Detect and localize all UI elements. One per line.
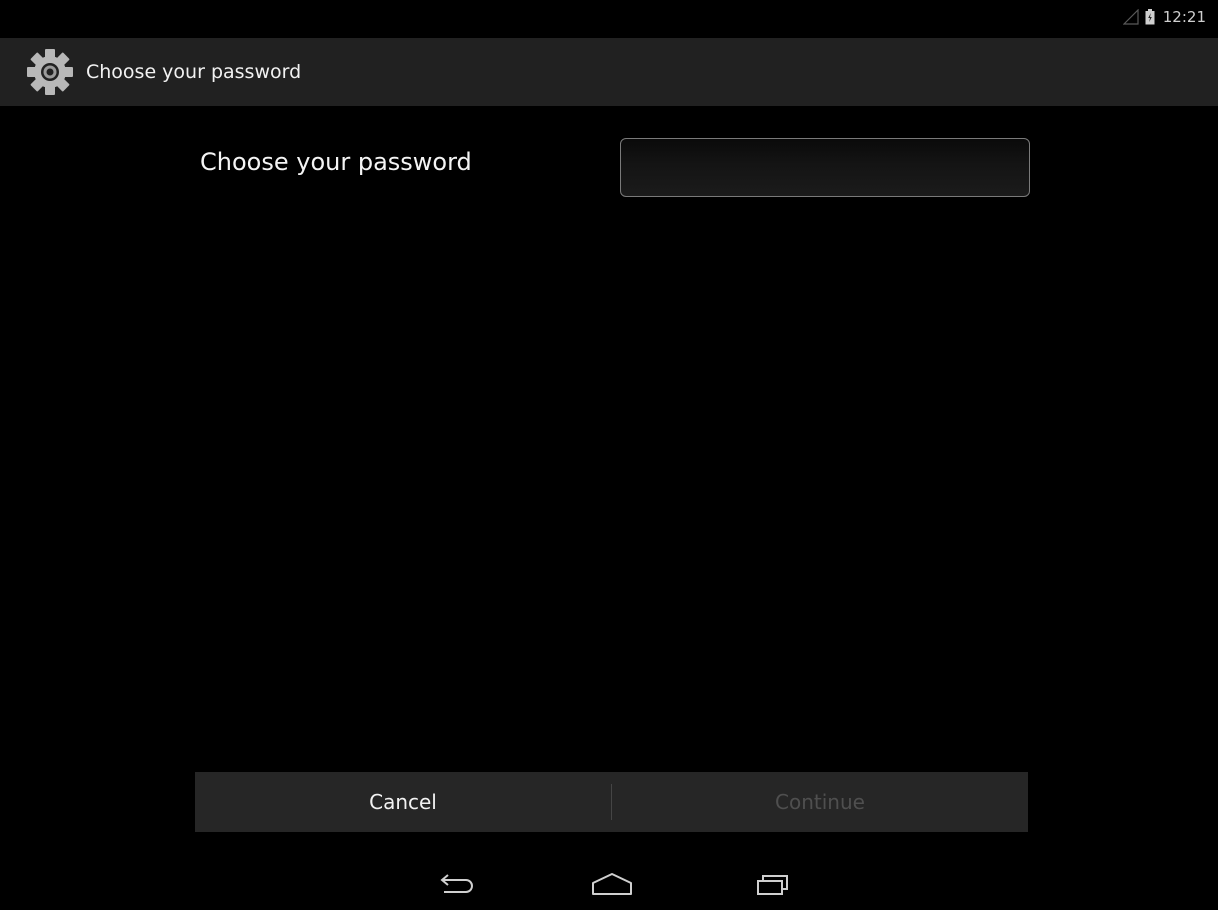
back-icon[interactable] bbox=[426, 864, 486, 904]
navigation-bar bbox=[0, 850, 1218, 910]
password-label: Choose your password bbox=[200, 148, 472, 176]
button-bar: Cancel Continue bbox=[195, 772, 1028, 832]
clock: 12:21 bbox=[1162, 8, 1206, 26]
password-input[interactable] bbox=[620, 138, 1030, 197]
action-bar: Choose your password bbox=[0, 38, 1218, 106]
home-icon[interactable] bbox=[582, 864, 642, 904]
cancel-button[interactable]: Cancel bbox=[195, 772, 611, 832]
screen: 12:21 Choose your password Choose your p… bbox=[0, 0, 1218, 910]
signal-icon bbox=[1122, 9, 1139, 25]
action-bar-title: Choose your password bbox=[86, 61, 302, 83]
status-bar: 12:21 bbox=[0, 0, 1218, 38]
recents-icon[interactable] bbox=[742, 864, 802, 904]
continue-button[interactable]: Continue bbox=[612, 772, 1028, 832]
settings-gear-icon[interactable] bbox=[24, 46, 76, 98]
status-indicators: 12:21 bbox=[1122, 8, 1206, 26]
battery-icon bbox=[1145, 9, 1155, 25]
